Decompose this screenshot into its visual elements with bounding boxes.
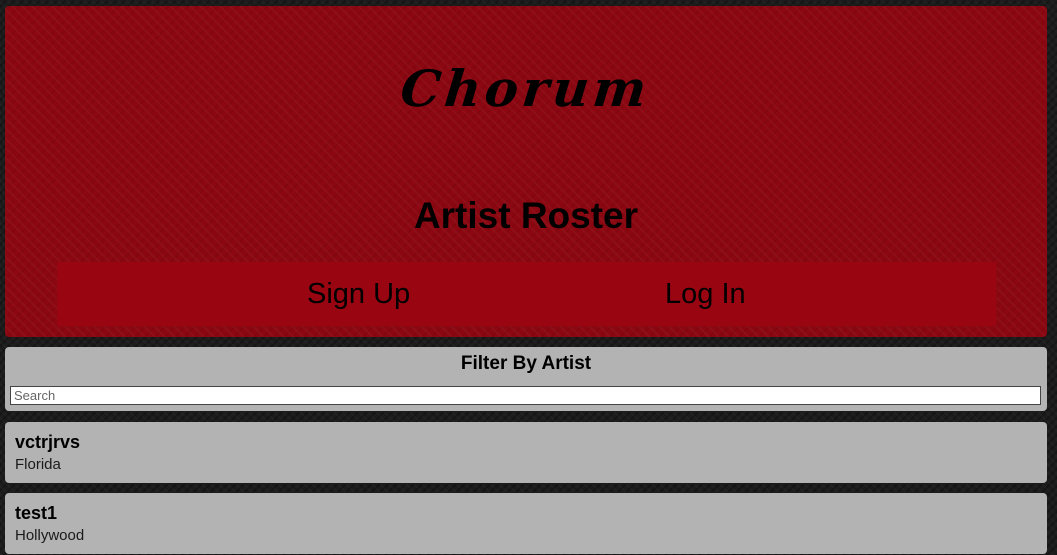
filter-title: Filter By Artist — [460, 353, 592, 374]
auth-nav-bar: Sign Up Log In — [57, 262, 996, 326]
artist-location: Hollywood — [15, 527, 85, 544]
logo-text: Chorum — [398, 58, 654, 118]
page-title: Artist Roster — [413, 195, 639, 236]
log-in-button[interactable]: Log In — [665, 262, 746, 326]
artist-card[interactable]: test1 Hollywood — [5, 493, 1047, 554]
logo[interactable]: Chorum — [5, 48, 1047, 128]
artist-name: test1 — [15, 503, 58, 523]
artist-card[interactable]: vctrjrvs Florida — [5, 422, 1047, 483]
artist-name: vctrjrvs — [15, 432, 81, 452]
header-banner: Chorum Artist Roster Sign Up Log In — [5, 6, 1047, 337]
sign-up-button[interactable]: Sign Up — [307, 262, 410, 326]
artist-location: Florida — [15, 456, 61, 473]
search-input[interactable] — [10, 386, 1041, 405]
filter-panel: Filter By Artist — [5, 347, 1047, 411]
